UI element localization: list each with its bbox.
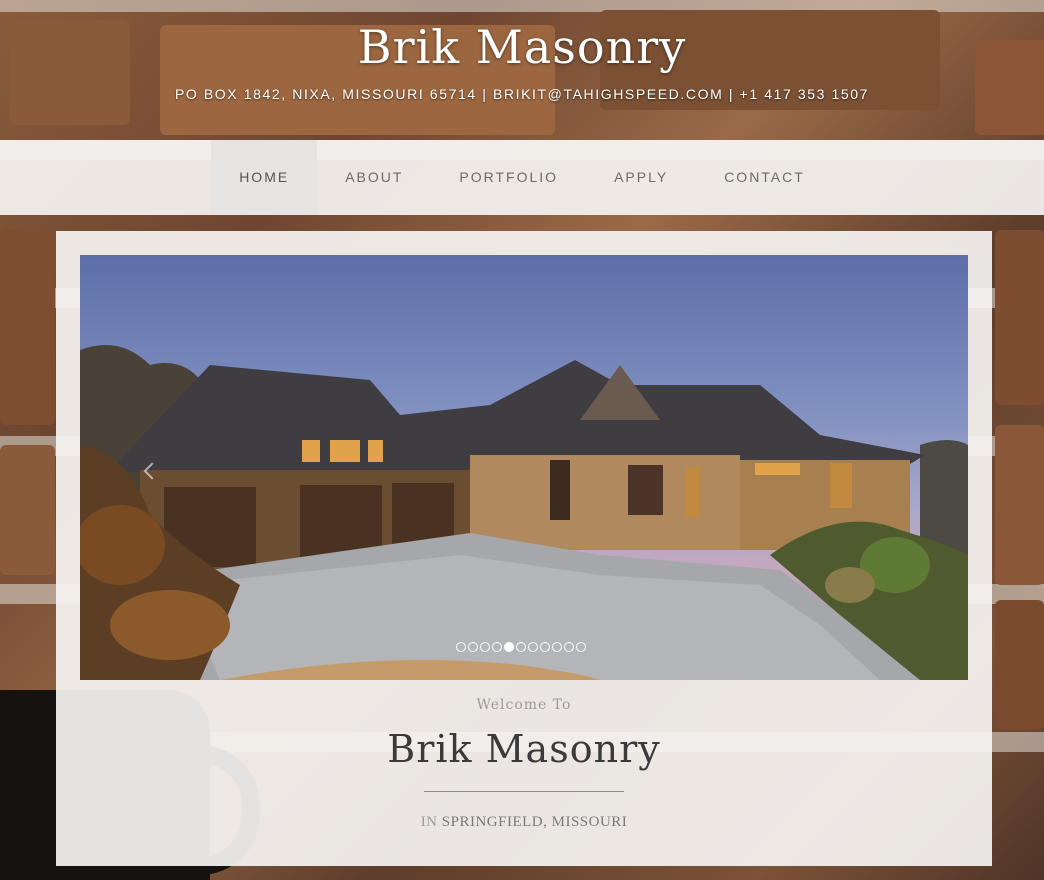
title-divider xyxy=(424,791,624,792)
slider-dot[interactable] xyxy=(480,642,490,652)
slide-image-house xyxy=(80,345,968,680)
slider-dot-active[interactable] xyxy=(504,642,514,652)
nav-item-portfolio[interactable]: PORTFOLIO xyxy=(431,140,586,215)
location-prefix: IN xyxy=(420,814,438,830)
location-city: SPRINGFIELD, MISSOURI xyxy=(441,814,628,830)
slider-dot[interactable] xyxy=(516,642,526,652)
slider-dot[interactable] xyxy=(528,642,538,652)
slider-dot[interactable] xyxy=(492,642,502,652)
content-panel: Welcome To Brik Masonry IN SPRINGFIELD, … xyxy=(56,231,992,866)
slider-dot[interactable] xyxy=(564,642,574,652)
slider-dot[interactable] xyxy=(468,642,478,652)
welcome-intro: Welcome To xyxy=(476,697,572,713)
slider-dot[interactable] xyxy=(540,642,550,652)
slider-dot[interactable] xyxy=(552,642,562,652)
slider-dot[interactable] xyxy=(576,642,586,652)
contact-info: PO BOX 1842, NIXA, MISSOURI 65714 | BRIK… xyxy=(174,86,870,102)
main-navigation: HOME ABOUT PORTFOLIO APPLY CONTACT xyxy=(0,140,1044,215)
slider-dot[interactable] xyxy=(456,642,466,652)
image-slider[interactable] xyxy=(80,255,968,680)
location-line: IN SPRINGFIELD, MISSOURI xyxy=(56,814,992,831)
slider-pagination xyxy=(456,642,586,652)
site-title[interactable]: Brik Masonry xyxy=(0,0,1044,74)
nav-item-apply[interactable]: APPLY xyxy=(586,140,696,215)
site-header: Brik Masonry PO BOX 1842, NIXA, MISSOURI… xyxy=(0,0,1044,140)
nav-item-contact[interactable]: CONTACT xyxy=(696,140,833,215)
nav-item-home[interactable]: HOME xyxy=(211,140,318,215)
welcome-title: Brik Masonry xyxy=(387,727,661,771)
nav-item-about[interactable]: ABOUT xyxy=(317,140,431,215)
